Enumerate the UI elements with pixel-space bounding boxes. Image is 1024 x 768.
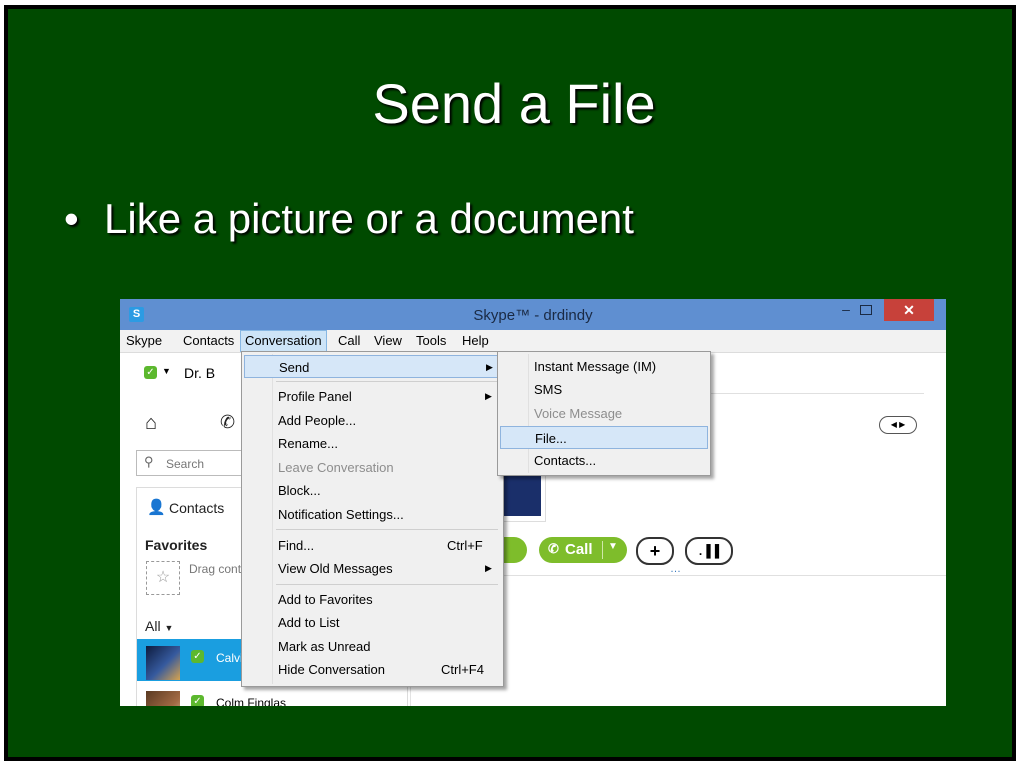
- call-quality-signal-icon[interactable]: .▐▐: [685, 537, 733, 565]
- menu-item-label: Add to List: [278, 615, 340, 630]
- menu-item-label: Send: [279, 360, 310, 375]
- chevron-down-icon: ▼: [164, 623, 174, 633]
- add-button[interactable]: +: [636, 537, 674, 565]
- menu-item-label: Add to Favorites: [278, 592, 373, 607]
- contact-row[interactable]: ✓ Colm Finglas: [137, 684, 407, 706]
- menu-view[interactable]: View: [374, 333, 402, 348]
- menu-help[interactable]: Help: [462, 333, 489, 348]
- submenu-arrow-icon: ▶: [486, 362, 493, 372]
- menu-item-label: Contacts...: [534, 453, 597, 468]
- menu-item-add-people[interactable]: Add People...: [244, 409, 501, 432]
- submenu-item-file[interactable]: File...: [500, 426, 708, 449]
- menu-item-find[interactable]: Find... Ctrl+F: [244, 534, 501, 557]
- bullet-text: Like a picture or a document: [104, 195, 634, 242]
- submenu-item-contacts[interactable]: Contacts...: [500, 449, 708, 472]
- user-name[interactable]: Dr. B: [184, 365, 215, 381]
- bullet-dot: •: [64, 195, 79, 242]
- menu-item-label: Instant Message (IM): [534, 359, 657, 374]
- menu-call[interactable]: Call: [338, 333, 360, 348]
- menu-item-mark-as-unread[interactable]: Mark as Unread: [244, 635, 501, 658]
- menu-contacts[interactable]: Contacts: [183, 333, 234, 348]
- call-button[interactable]: ✆ Call ▼: [539, 537, 627, 563]
- more-options-icon[interactable]: …: [670, 563, 681, 575]
- menu-bar: Skype Contacts Conversation Call View To…: [120, 330, 946, 353]
- submenu-arrow-icon: ▶: [485, 563, 492, 573]
- menu-item-add-to-favorites[interactable]: Add to Favorites: [244, 588, 501, 611]
- menu-item-label: SMS: [534, 382, 563, 397]
- conversation-menu: Send ▶ Profile Panel ▶ Add People... Ren…: [241, 351, 504, 687]
- status-available-icon[interactable]: ✓: [144, 366, 157, 379]
- favorite-star-icon: ☆: [146, 561, 180, 595]
- slide-bullet: • Like a picture or a document: [64, 195, 634, 243]
- menu-item-label: Voice Message: [534, 406, 623, 421]
- status-available-icon: ✓: [191, 650, 204, 663]
- divider: [602, 541, 603, 559]
- menu-item-label: Block...: [278, 483, 321, 498]
- search-icon: ⚲: [144, 454, 154, 469]
- menu-item-label: Notification Settings...: [278, 507, 404, 522]
- submenu-item-voice-message: Voice Message: [500, 402, 708, 425]
- menu-tools[interactable]: Tools: [416, 333, 446, 348]
- menu-separator: [276, 529, 498, 530]
- menu-item-label: Rename...: [278, 436, 338, 451]
- status-available-icon: ✓: [191, 695, 204, 706]
- menu-item-leave-conversation: Leave Conversation: [244, 456, 501, 479]
- chevron-down-icon[interactable]: ▼: [608, 541, 618, 552]
- menu-item-view-old-messages[interactable]: View Old Messages ▶: [244, 557, 501, 580]
- title-bar[interactable]: S Skype™ - drdindy – ✕: [120, 299, 946, 330]
- send-submenu: Instant Message (IM) SMS Voice Message F…: [497, 351, 711, 476]
- menu-item-hide-conversation[interactable]: Hide Conversation Ctrl+F4: [244, 658, 501, 681]
- menu-conversation[interactable]: Conversation: [240, 330, 327, 352]
- all-filter-label: All: [145, 618, 161, 634]
- menu-skype[interactable]: Skype: [126, 333, 162, 348]
- call-label: Call: [565, 541, 593, 558]
- menu-item-label: Add People...: [278, 413, 357, 428]
- contact-name: Colm Finglas: [216, 696, 287, 706]
- menu-item-send[interactable]: Send ▶: [244, 355, 501, 378]
- menu-item-label: Leave Conversation: [278, 460, 394, 475]
- phone-icon[interactable]: ✆: [220, 412, 235, 433]
- favorites-heading: Favorites: [145, 537, 208, 553]
- contacts-tab[interactable]: Contacts: [169, 500, 224, 516]
- home-icon[interactable]: ⌂: [145, 412, 157, 435]
- menu-item-label: Find...: [278, 538, 315, 553]
- all-filter[interactable]: All ▼: [145, 618, 173, 634]
- menu-item-shortcut: Ctrl+F: [447, 538, 483, 553]
- menu-item-label: Mark as Unread: [278, 639, 371, 654]
- slide-title: Send a File: [372, 72, 656, 135]
- skype-window: S Skype™ - drdindy – ✕ Skype Contacts Co…: [120, 299, 946, 706]
- menu-separator: [276, 381, 498, 382]
- divider: [704, 393, 924, 394]
- menu-item-notification-settings[interactable]: Notification Settings...: [244, 503, 501, 526]
- maximize-button[interactable]: [860, 305, 872, 315]
- close-button[interactable]: ✕: [884, 299, 934, 321]
- menu-separator: [276, 584, 498, 585]
- search-input[interactable]: ⚲ Search: [136, 450, 246, 476]
- status-chevron-down-icon[interactable]: ▼: [162, 366, 171, 376]
- menu-item-block[interactable]: Block...: [244, 479, 501, 502]
- minimize-button[interactable]: –: [836, 301, 856, 321]
- avatar: [146, 646, 180, 680]
- menu-item-label: Hide Conversation: [278, 662, 385, 677]
- avatar: [146, 691, 180, 706]
- menu-item-label: Profile Panel: [278, 389, 352, 404]
- drag-hint: Drag cont: [189, 562, 242, 576]
- window-title: Skype™ - drdindy: [473, 307, 593, 324]
- submenu-arrow-icon: ▶: [485, 391, 492, 401]
- menu-item-label: File...: [535, 431, 567, 446]
- phone-icon: ✆: [548, 541, 559, 556]
- submenu-item-instant-message[interactable]: Instant Message (IM): [500, 355, 708, 378]
- search-placeholder: Search: [166, 457, 205, 471]
- contact-name: Calvi: [216, 651, 243, 665]
- menu-item-label: View Old Messages: [278, 561, 393, 576]
- contacts-person-icon: 👤: [147, 499, 166, 516]
- menu-item-rename[interactable]: Rename...: [244, 432, 501, 455]
- menu-item-profile-panel[interactable]: Profile Panel ▶: [244, 385, 501, 408]
- menu-item-add-to-list[interactable]: Add to List: [244, 611, 501, 634]
- menu-item-shortcut: Ctrl+F4: [441, 662, 484, 677]
- scroll-arrows-icon[interactable]: ◀ ▶: [879, 416, 917, 434]
- submenu-item-sms[interactable]: SMS: [500, 378, 708, 401]
